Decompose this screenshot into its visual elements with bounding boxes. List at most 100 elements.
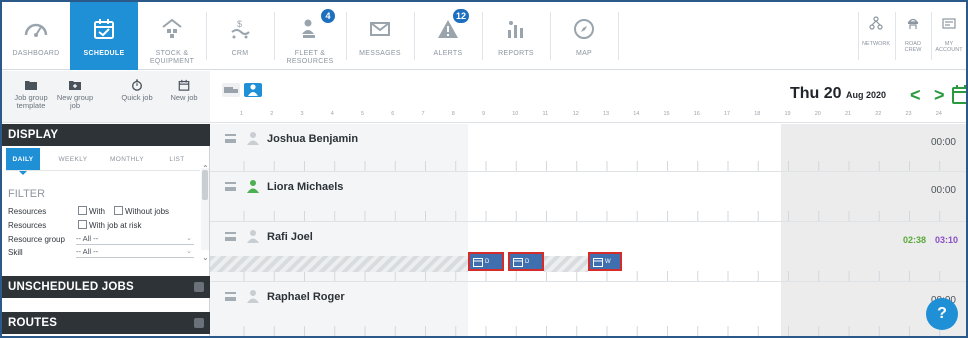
resource-group-value: -- All --	[76, 234, 99, 243]
at-risk-checkbox[interactable]: With job at risk	[78, 220, 141, 230]
hour-tick-label: 1	[240, 111, 244, 117]
chevron-down-icon: ⌄	[186, 235, 192, 242]
working-hours	[468, 124, 781, 171]
hour-tick-label: 24	[935, 111, 942, 117]
job-card[interactable]: W	[588, 252, 622, 271]
routes-header[interactable]: ROUTES	[2, 312, 210, 334]
new-job-button[interactable]: New job	[164, 79, 204, 102]
with-checkbox[interactable]: With	[78, 206, 105, 216]
resource-group-select[interactable]: -- All -- ⌄	[76, 234, 194, 245]
vehicle-mode-button[interactable]	[222, 83, 240, 97]
prev-day-icon[interactable]: <	[910, 85, 921, 106]
nav-dashboard[interactable]: DASHBOARD	[2, 2, 70, 70]
job-group-template-button[interactable]: Job group template	[10, 79, 52, 110]
drag-handle-icon[interactable]	[225, 232, 236, 241]
help-button[interactable]: ?	[926, 298, 958, 330]
hour-tick-label: 22	[875, 111, 882, 117]
hour-tick-label: 19	[784, 111, 791, 117]
schedule-toolbar: Thu 20 Aug 2020 < > 1 2 3 4 5 6 7 8 9 10 11 12 13 14 1…	[210, 71, 966, 123]
filter-title: FILTER	[8, 188, 46, 200]
new-group-job-button[interactable]: New group job	[54, 79, 96, 110]
calendar-picker-icon[interactable]	[952, 84, 966, 109]
tab-monthly[interactable]: MONTHLY	[106, 148, 148, 170]
button-label: New group job	[56, 93, 94, 110]
scroll-up-icon[interactable]: ⌃	[202, 164, 209, 173]
drag-handle-icon[interactable]	[225, 182, 236, 191]
without-jobs-checkbox[interactable]: Without jobs	[114, 206, 169, 216]
nav-network[interactable]: NETWORK	[858, 2, 894, 70]
drag-handle-icon[interactable]	[225, 292, 236, 301]
quick-job-button[interactable]: Quick job	[117, 79, 157, 102]
resource-time-start: 02:38	[902, 235, 926, 245]
travel-stripe	[544, 256, 588, 272]
unscheduled-jobs-header[interactable]: UNSCHEDULED JOBS	[2, 276, 210, 298]
display-section-header[interactable]: DISPLAY	[2, 124, 210, 146]
resource-row[interactable]: Liora Michaels 00:00	[210, 172, 966, 222]
job-label: D	[485, 258, 490, 265]
nav-road-crew[interactable]: ROAD CREW	[896, 2, 930, 70]
nav-messages[interactable]: MESSAGES	[346, 2, 414, 70]
working-hours	[468, 282, 781, 336]
after-hours	[781, 172, 966, 221]
nav-map[interactable]: MAP	[550, 2, 618, 70]
tab-list[interactable]: LIST	[162, 148, 192, 170]
nav-label: FLEET & RESOURCES	[286, 50, 334, 65]
nav-stock-equipment[interactable]: STOCK & EQUIPMENT	[138, 2, 206, 70]
app-window: DASHBOARD SCHEDULE STOCK & EQUIPMENT $ C…	[2, 2, 966, 336]
hour-tick-label: 9	[482, 111, 486, 117]
tab-weekly[interactable]: WEEKLY	[56, 148, 90, 170]
nav-alerts[interactable]: ALERTS 12	[414, 2, 482, 70]
person-icon	[248, 84, 258, 96]
nav-label: ROAD CREW	[904, 41, 922, 53]
nav-my-account[interactable]: MY ACCOUNT	[932, 2, 966, 70]
job-calendar-icon	[513, 257, 523, 267]
schedule-grid: Joshua Benjamin 00:00 Liora Michaels 00:…	[210, 124, 966, 336]
nav-label: MY ACCOUNT	[935, 41, 963, 53]
nav-label: ALERTS	[433, 50, 463, 57]
nav-label: MAP	[575, 50, 593, 57]
sidebar-scrollbar[interactable]	[201, 168, 209, 250]
nav-reports[interactable]: REPORTS	[482, 2, 550, 70]
reports-chart-icon	[503, 16, 529, 42]
without-jobs-label: Without jobs	[125, 207, 170, 216]
resource-avatar-icon	[247, 132, 259, 145]
hour-tick-label: 2	[270, 111, 274, 117]
resource-row[interactable]: Raphael Roger 00:00	[210, 282, 966, 336]
hour-tick-label: 12	[572, 111, 579, 117]
tab-daily[interactable]: DAILY	[6, 148, 40, 175]
view-tabs: DAILY WEEKLY MONTHLY LIST	[6, 148, 202, 175]
expand-icon[interactable]	[194, 318, 204, 328]
checkbox[interactable]	[114, 206, 123, 215]
checkbox[interactable]	[78, 206, 87, 215]
job-label: D	[525, 258, 530, 265]
next-day-icon[interactable]: >	[934, 85, 945, 106]
checkbox[interactable]	[78, 220, 87, 229]
job-card[interactable]: D	[468, 252, 504, 271]
expand-icon[interactable]	[194, 282, 204, 292]
resource-row[interactable]: Joshua Benjamin 00:00	[210, 124, 966, 172]
hour-tick-label: 14	[633, 111, 640, 117]
people-mode-button[interactable]	[244, 83, 262, 97]
resources-label: Resources	[8, 207, 47, 216]
resource-group-label: Resource group	[8, 235, 65, 244]
resource-name: Joshua Benjamin	[267, 133, 359, 145]
nav-label: REPORTS	[498, 50, 534, 57]
nav-label: SCHEDULE	[83, 50, 125, 57]
scrollbar-thumb[interactable]	[202, 170, 208, 200]
hour-tick-label: 5	[361, 111, 365, 117]
job-card[interactable]: D	[508, 252, 544, 271]
drag-handle-icon[interactable]	[225, 134, 236, 143]
crm-money-icon: $	[227, 16, 253, 42]
nav-crm[interactable]: $ CRM	[206, 2, 274, 70]
resource-row[interactable]: Rafi Joel 02:38 03:10 D D W	[210, 222, 966, 282]
scroll-down-icon[interactable]: ⌄	[202, 253, 209, 262]
road-crew-icon	[906, 16, 920, 35]
skill-select[interactable]: -- All -- ⌄	[76, 247, 194, 258]
resource-name: Rafi Joel	[267, 231, 313, 243]
nav-fleet-resources[interactable]: FLEET & RESOURCES 4	[274, 2, 346, 70]
nav-schedule[interactable]: SCHEDULE	[70, 2, 138, 70]
nav-label: DASHBOARD	[12, 50, 60, 57]
hour-tick-label: 21	[845, 111, 852, 117]
calendar-icon	[178, 79, 190, 91]
alerts-badge: 12	[452, 8, 471, 24]
